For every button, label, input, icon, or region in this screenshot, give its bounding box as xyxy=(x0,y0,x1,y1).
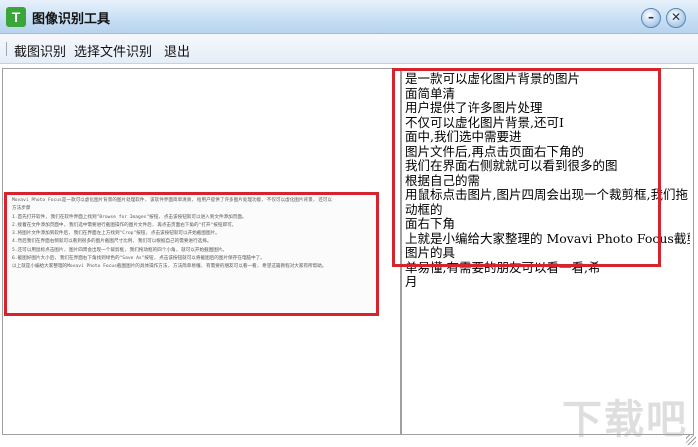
menu-grip xyxy=(6,42,7,56)
menu-select-file-recognize[interactable]: 选择文件识别 xyxy=(74,41,152,60)
result-line: 不仅可以虚化图片背景,还可I xyxy=(405,115,564,130)
close-button[interactable]: ✕ xyxy=(666,8,686,28)
result-line: 图片的具 xyxy=(405,246,456,260)
result-line: 面简单清 xyxy=(405,86,456,101)
recognized-text[interactable]: 是一款可以虚化图片背景的图片 面简单清 用户提供了许多图片处理 不仅可以虚化图片… xyxy=(405,72,690,290)
result-line: 是一款可以虚化图片背景的图片 xyxy=(405,72,581,86)
source-image: Movavi Photo Focus是一款可以虚化图片背景的图片处理软件, 该软… xyxy=(7,192,378,315)
result-line: 上就是小编给大家整理的 Movavi Photo Focus截剪 xyxy=(405,231,690,246)
source-line: 3.将图片文件添加到软件后, 我们在界面左上方找到"Crop"按钮, 点击该按钮… xyxy=(12,231,220,237)
menu-bar: 截图识别 选择文件识别 退出 xyxy=(0,34,698,64)
result-line: 图片文件后,再点击页面右下角的 xyxy=(405,144,584,159)
result-line: 单易懂,有需要的朋友可以看一看,希 xyxy=(405,260,601,275)
result-line: 面中,我们选中需要进 xyxy=(405,130,522,144)
resize-grip[interactable] xyxy=(686,435,696,445)
result-line: 根据自己的需 xyxy=(405,173,481,188)
result-line: 动框的 xyxy=(405,202,443,217)
app-icon: T xyxy=(6,7,26,27)
source-line: Movavi Photo Focus是一款可以虚化图片背景的图片处理软件, 该软… xyxy=(12,198,332,203)
window-title: 图像识别工具 xyxy=(32,12,111,27)
menu-screenshot-recognize[interactable]: 截图识别 xyxy=(14,41,66,60)
result-line: 用户提供了许多图片处理 xyxy=(405,101,543,115)
source-line: 6.截图好图片大小后, 我们在界面右下角找到绿色的"Save As"按钮, 点击… xyxy=(12,256,265,262)
source-line: 1.首先打开软件, 我们在软件界面上找到"Browse for Images"按… xyxy=(12,214,247,220)
result-line: 面右下角 xyxy=(405,217,456,231)
source-line: 以上就是小编给大家整理的Movavi Photo Focus截图图片的具体操作方… xyxy=(12,264,327,270)
result-line: 我们在界面右侧就就可以看到很多的图 xyxy=(405,159,618,173)
title-bar: T 图像识别工具 – ✕ xyxy=(0,0,698,34)
source-line: 2.接着在文件添加页面中, 我们选中需要进行截图操作的图片文件后, 再点击页面右… xyxy=(12,222,237,228)
source-line: 4.然后我们在界面右侧就可以看到很多的图片截图尺寸比例, 我们可以根据自己的需要… xyxy=(12,239,212,245)
result-line: 月 xyxy=(405,275,418,289)
result-line: 用鼠标点击图片,图片四周会出现一个裁剪框,我们拖 xyxy=(405,188,688,202)
watermark: 下载吧 xyxy=(562,397,688,443)
source-line: 5.还可以用鼠标点击图片, 图片四周会出现一个裁剪框, 我们拖动框的四个小角, … xyxy=(12,247,228,253)
source-line: 方法步骤 xyxy=(12,206,31,212)
menu-exit[interactable]: 退出 xyxy=(164,41,190,60)
minimize-button[interactable]: – xyxy=(641,8,661,28)
